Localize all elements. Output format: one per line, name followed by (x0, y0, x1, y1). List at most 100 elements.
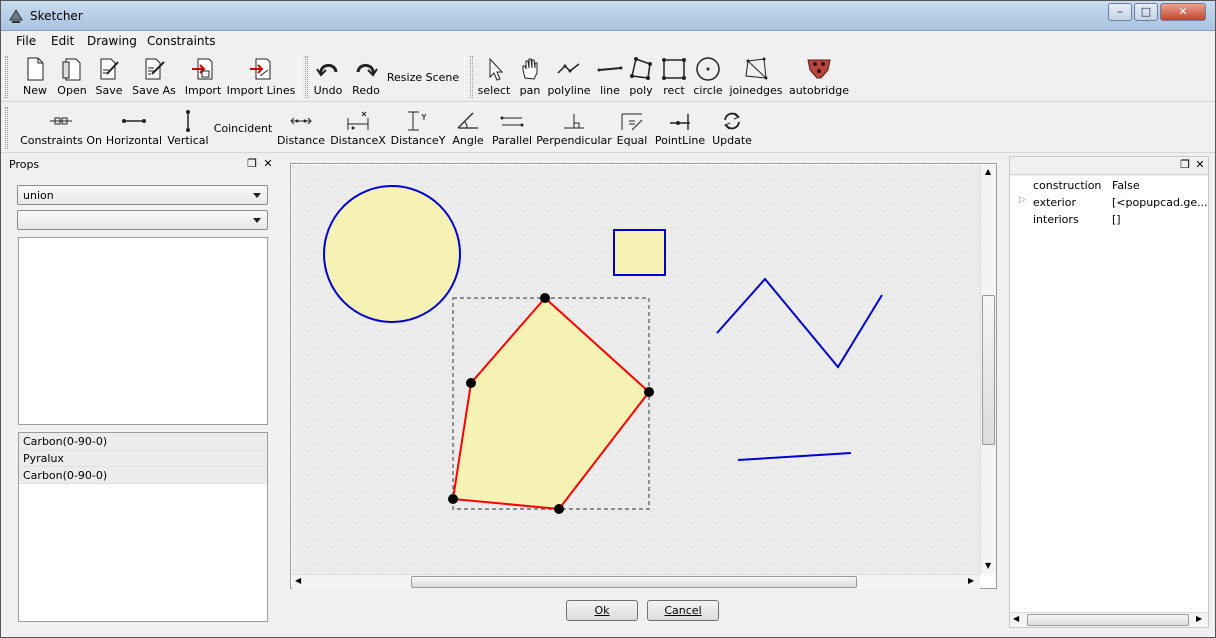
autobridge-icon (807, 59, 831, 79)
properties-dock-header: ❐ ✕ (1010, 157, 1208, 175)
operation-combo-value: union (23, 189, 54, 202)
polyline-label: polyline (547, 84, 591, 97)
joinedges-tool-button[interactable]: joinedges (729, 56, 783, 97)
scroll-left-arrow-icon[interactable]: ◀ (295, 576, 301, 585)
property-row-construction[interactable]: construction False (1010, 179, 1208, 196)
toolbar-grip[interactable] (5, 56, 8, 98)
update-button[interactable]: Update (712, 110, 752, 147)
coincident-constraint-button[interactable]: Coincident (213, 122, 273, 135)
horizontal-scroll-thumb[interactable] (1027, 614, 1189, 626)
properties-tree[interactable]: construction False ▷ exterior [<popupcad… (1010, 176, 1208, 612)
vertical-scroll-thumb[interactable] (982, 295, 995, 445)
property-key: construction (1033, 179, 1102, 192)
circle-label: circle (693, 84, 723, 97)
import-button[interactable]: Import (185, 56, 221, 97)
polygon-vertex[interactable] (448, 494, 458, 504)
parallel-constraint-button[interactable]: Parallel (491, 110, 533, 147)
save-as-button[interactable]: Save As (132, 56, 176, 97)
undo-icon (316, 64, 338, 77)
save-button[interactable]: Save (94, 56, 124, 97)
import-lines-button[interactable]: Import Lines (227, 56, 295, 97)
scroll-down-arrow-icon[interactable]: ▼ (985, 561, 991, 570)
parallel-icon (500, 116, 524, 127)
toolbar-grip[interactable] (5, 107, 8, 149)
import-icon (192, 58, 213, 80)
polygon-vertex[interactable] (554, 504, 564, 514)
polygon-vertex[interactable] (644, 387, 654, 397)
close-window-button[interactable]: ✕ (1160, 3, 1206, 21)
property-row-exterior[interactable]: ▷ exterior [<popupcad.ge... (1010, 195, 1208, 213)
vertical-constraint-button[interactable]: Vertical (167, 110, 209, 147)
operations-list[interactable] (18, 237, 268, 425)
props-dock: Props ❐ ✕ union Carbon(0-90-0) Pyralux C… (7, 156, 277, 628)
list-item[interactable]: Carbon(0-90-0) (19, 467, 267, 484)
coincident-label: Coincident (213, 122, 273, 135)
redo-button[interactable]: Redo (351, 56, 381, 97)
vertical-scrollbar[interactable]: ▲ ▼ (980, 165, 996, 574)
scroll-right-arrow-icon[interactable]: ▶ (1196, 614, 1202, 623)
menu-constraints[interactable]: Constraints (147, 34, 215, 48)
title-bar: Sketcher – □ ✕ (1, 1, 1215, 31)
horizontal-icon (122, 119, 146, 123)
props-dock-header: Props ❐ ✕ (7, 156, 277, 174)
autobridge-tool-button[interactable]: autobridge (789, 56, 849, 97)
sketch-circle[interactable] (323, 185, 461, 323)
drawing-canvas[interactable] (292, 165, 980, 574)
perpendicular-constraint-button[interactable]: Perpendicular (536, 110, 612, 147)
toolbar-grip[interactable] (305, 56, 308, 98)
close-dock-icon[interactable]: ✕ (261, 157, 275, 171)
property-row-interiors[interactable]: interiors [] (1010, 213, 1208, 230)
constraints-on-button[interactable]: Constraints On (20, 110, 102, 147)
line-tool-button[interactable]: line (596, 56, 624, 97)
float-dock-icon[interactable]: ❐ (1178, 158, 1192, 172)
toolbar-grip[interactable] (470, 56, 473, 98)
list-item[interactable]: Carbon(0-90-0) (19, 433, 267, 450)
minimize-button[interactable]: – (1108, 3, 1132, 21)
maximize-button[interactable]: □ (1134, 3, 1158, 21)
list-item[interactable]: Pyralux (19, 450, 267, 467)
ok-button[interactable]: Ok (566, 600, 638, 621)
float-dock-icon[interactable]: ❐ (245, 157, 259, 171)
secondary-combo[interactable] (17, 210, 268, 230)
toolbar-separator (464, 55, 465, 99)
horizontal-constraint-button[interactable]: Horizontal (106, 110, 162, 147)
menu-drawing[interactable]: Drawing (87, 34, 137, 48)
polygon-vertex[interactable] (540, 293, 550, 303)
undo-button[interactable]: Undo (313, 56, 343, 97)
new-button[interactable]: New (21, 56, 49, 97)
sketch-rectangle[interactable] (613, 229, 666, 276)
distance-y-constraint-button[interactable]: DistanceY (391, 110, 445, 147)
select-tool-button[interactable]: select (477, 56, 511, 97)
toolbar-separator (299, 55, 300, 99)
operation-combo[interactable]: union (17, 185, 268, 205)
angle-constraint-button[interactable]: Angle (452, 110, 484, 147)
open-button[interactable]: Open (56, 56, 88, 97)
layers-list[interactable]: Carbon(0-90-0) Pyralux Carbon(0-90-0) (18, 432, 268, 622)
line-icon (597, 66, 623, 72)
expand-arrow-icon[interactable]: ▷ (1019, 195, 1026, 205)
scroll-up-arrow-icon[interactable]: ▲ (985, 167, 991, 176)
scroll-right-arrow-icon[interactable]: ▶ (968, 576, 974, 585)
horizontal-scrollbar[interactable]: ◀ ▶ (292, 574, 980, 589)
pan-tool-button[interactable]: pan (516, 56, 544, 97)
distance-constraint-button[interactable]: Distance (277, 110, 325, 147)
equal-constraint-button[interactable]: Equal (615, 110, 649, 147)
cancel-button[interactable]: Cancel (647, 600, 719, 621)
circle-tool-button[interactable]: circle (693, 56, 723, 97)
rect-tool-button[interactable]: rect (660, 56, 688, 97)
distance-x-constraint-button[interactable]: DistanceX (330, 110, 386, 147)
polyline-icon (557, 63, 580, 74)
menu-edit[interactable]: Edit (51, 34, 74, 48)
rect-label: rect (663, 84, 685, 97)
poly-label: poly (629, 84, 653, 97)
polyline-tool-button[interactable]: polyline (547, 56, 591, 97)
point-line-constraint-button[interactable]: PointLine (655, 110, 705, 147)
properties-horizontal-scrollbar[interactable]: ◀ ▶ (1010, 612, 1208, 627)
resize-scene-button[interactable]: Resize Scene (387, 71, 459, 84)
poly-tool-button[interactable]: poly (627, 56, 655, 97)
scroll-left-arrow-icon[interactable]: ◀ (1013, 614, 1019, 623)
polygon-vertex[interactable] (466, 378, 476, 388)
horizontal-scroll-thumb[interactable] (411, 576, 857, 588)
menu-file[interactable]: File (16, 34, 36, 48)
close-dock-icon[interactable]: ✕ (1193, 158, 1207, 172)
